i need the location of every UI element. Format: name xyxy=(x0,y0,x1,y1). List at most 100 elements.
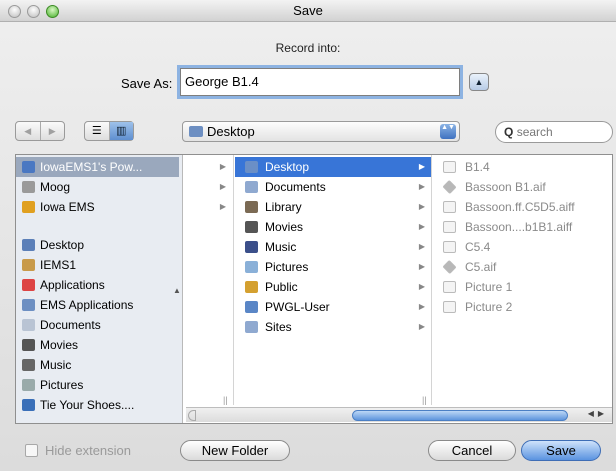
sidebar-item[interactable]: Applications xyxy=(16,275,179,295)
sidebar-item[interactable]: Moog xyxy=(16,177,179,197)
record-into-label: Record into: xyxy=(275,41,341,55)
back-icon[interactable]: ◀ xyxy=(16,122,40,140)
sidebar-resize-icon[interactable]: ▲ xyxy=(173,286,181,295)
column-1: ▶ ▶ ▶ xyxy=(184,155,234,405)
applications-icon xyxy=(22,279,35,291)
sidebar-item[interactable]: Movies xyxy=(16,335,179,355)
list-item[interactable]: Desktop ▶ xyxy=(235,157,431,177)
folder-icon xyxy=(245,321,258,333)
sidebar-item-label: EMS Applications xyxy=(40,298,134,312)
audio-icon xyxy=(443,201,456,213)
list-item[interactable]: Movies ▶ xyxy=(235,217,431,237)
chevron-right-icon: ▶ xyxy=(219,202,226,211)
folder-icon xyxy=(22,299,35,311)
save-button[interactable]: Save xyxy=(521,440,601,461)
list-item[interactable]: Picture 2 xyxy=(433,297,612,317)
cancel-button[interactable]: Cancel xyxy=(428,440,516,461)
list-item[interactable]: Public ▶ xyxy=(235,277,431,297)
collapse-disclosure-button[interactable]: ▲ xyxy=(469,73,489,91)
column-resize-icon[interactable]: || xyxy=(422,395,427,405)
search-icon: Q xyxy=(504,125,514,139)
picture-icon xyxy=(443,301,456,313)
chevron-right-icon: ▶ xyxy=(418,282,425,291)
list-item[interactable]: ▶ xyxy=(184,177,232,197)
search-input[interactable]: Q search xyxy=(495,121,613,143)
column-resize-icon[interactable]: || xyxy=(223,395,228,405)
save-as-label: Save As: xyxy=(121,76,173,91)
list-item-label: Public xyxy=(265,280,298,294)
list-item-label: C5.aif xyxy=(465,260,497,274)
list-item[interactable]: Bassoon.ff.C5D5.aiff xyxy=(433,197,612,217)
column-3: B1.4 Bassoon B1.aif Bassoon.ff.C5D5.aiff Ba… xyxy=(433,155,612,405)
history-nav: ◀ ▶ xyxy=(15,121,65,141)
sidebar-item[interactable]: Documents xyxy=(16,315,179,335)
sidebar-item[interactable]: Music xyxy=(16,355,179,375)
list-item[interactable]: C5.aif xyxy=(433,257,612,277)
save-as-field[interactable]: George B1.4 xyxy=(180,68,460,96)
list-item-label: Bassoon....b1B1.aiff xyxy=(465,220,573,234)
list-item-label: C5.4 xyxy=(465,240,491,254)
list-item[interactable]: Sites ▶ xyxy=(235,317,431,337)
list-item[interactable]: PWGL-User ▶ xyxy=(235,297,431,317)
aiff-icon xyxy=(442,179,457,195)
sidebar-item[interactable]: Desktop xyxy=(16,235,179,255)
list-item[interactable]: Library ▶ xyxy=(235,197,431,217)
new-folder-button[interactable]: New Folder xyxy=(180,440,290,461)
folder-icon xyxy=(245,301,258,313)
audio-icon xyxy=(443,221,456,233)
sidebar-item-label: Moog xyxy=(40,180,71,194)
sidebar-item[interactable]: EMS Applications xyxy=(16,295,179,315)
sidebar-item[interactable]: Pictures xyxy=(16,375,179,395)
chevron-right-icon: ▶ xyxy=(219,182,226,191)
horizontal-scrollbar[interactable]: ◀▶ xyxy=(186,407,612,422)
chevron-right-icon: ▶ xyxy=(418,242,425,251)
sidebar-item[interactable]: Iowa EMS xyxy=(16,197,179,217)
list-item[interactable]: Pictures ▶ xyxy=(235,257,431,277)
documents-icon xyxy=(22,319,35,331)
desktop-icon xyxy=(22,239,35,251)
list-item[interactable]: Bassoon....b1B1.aiff xyxy=(433,217,612,237)
sidebar-item-label: IowaEMS1's Pow... xyxy=(40,160,143,174)
title-bar: Save xyxy=(0,0,616,22)
desktop-folder-icon xyxy=(189,126,203,137)
list-item[interactable]: ▶ xyxy=(184,197,232,217)
music-icon xyxy=(22,359,35,371)
hide-extension-checkbox[interactable] xyxy=(25,444,38,457)
scroll-thumb[interactable] xyxy=(352,410,568,421)
chevron-right-icon: ▶ xyxy=(418,262,425,271)
column-view-icon[interactable]: ▥ xyxy=(108,122,133,140)
list-item-label: Picture 2 xyxy=(465,300,513,314)
scroll-arrows-icon[interactable]: ◀▶ xyxy=(588,409,608,418)
folder-icon xyxy=(245,221,258,233)
sidebar-item[interactable]: IowaEMS1's Pow... xyxy=(16,157,179,177)
chevron-right-icon: ▶ xyxy=(418,322,425,331)
aiff-icon xyxy=(442,259,457,275)
document-icon xyxy=(443,161,456,173)
sidebar-item[interactable]: IEMS1 xyxy=(16,255,179,275)
chevron-right-icon: ▶ xyxy=(418,202,425,211)
list-item[interactable]: B1.4 xyxy=(433,157,612,177)
scroll-track-cap xyxy=(188,410,196,421)
search-placeholder: search xyxy=(516,125,553,139)
list-view-icon[interactable]: ☰ xyxy=(85,122,109,140)
list-item-label: B1.4 xyxy=(465,160,490,174)
list-item-label: Bassoon B1.aif xyxy=(465,180,546,194)
list-item[interactable]: Music ▶ xyxy=(235,237,431,257)
chevron-right-icon: ▶ xyxy=(418,182,425,191)
list-item[interactable]: ▶ xyxy=(184,157,232,177)
hide-extension-label: Hide extension xyxy=(45,443,131,458)
list-item-label: Sites xyxy=(265,320,292,334)
forward-icon[interactable]: ▶ xyxy=(39,122,65,140)
list-item[interactable]: Documents ▶ xyxy=(235,177,431,197)
sidebar-item[interactable]: Tie Your Shoes.... xyxy=(16,395,179,415)
list-item-label: Music xyxy=(265,240,297,254)
folder-icon xyxy=(245,241,258,253)
list-item[interactable]: Picture 1 xyxy=(433,277,612,297)
location-popup[interactable]: Desktop ▲▼ xyxy=(182,121,460,142)
disk-icon xyxy=(22,181,35,193)
pictures-icon xyxy=(22,379,35,391)
list-item[interactable]: C5.4 xyxy=(433,237,612,257)
list-item-label: Pictures xyxy=(265,260,309,274)
list-item[interactable]: Bassoon B1.aif xyxy=(433,177,612,197)
folder-icon xyxy=(245,181,258,193)
